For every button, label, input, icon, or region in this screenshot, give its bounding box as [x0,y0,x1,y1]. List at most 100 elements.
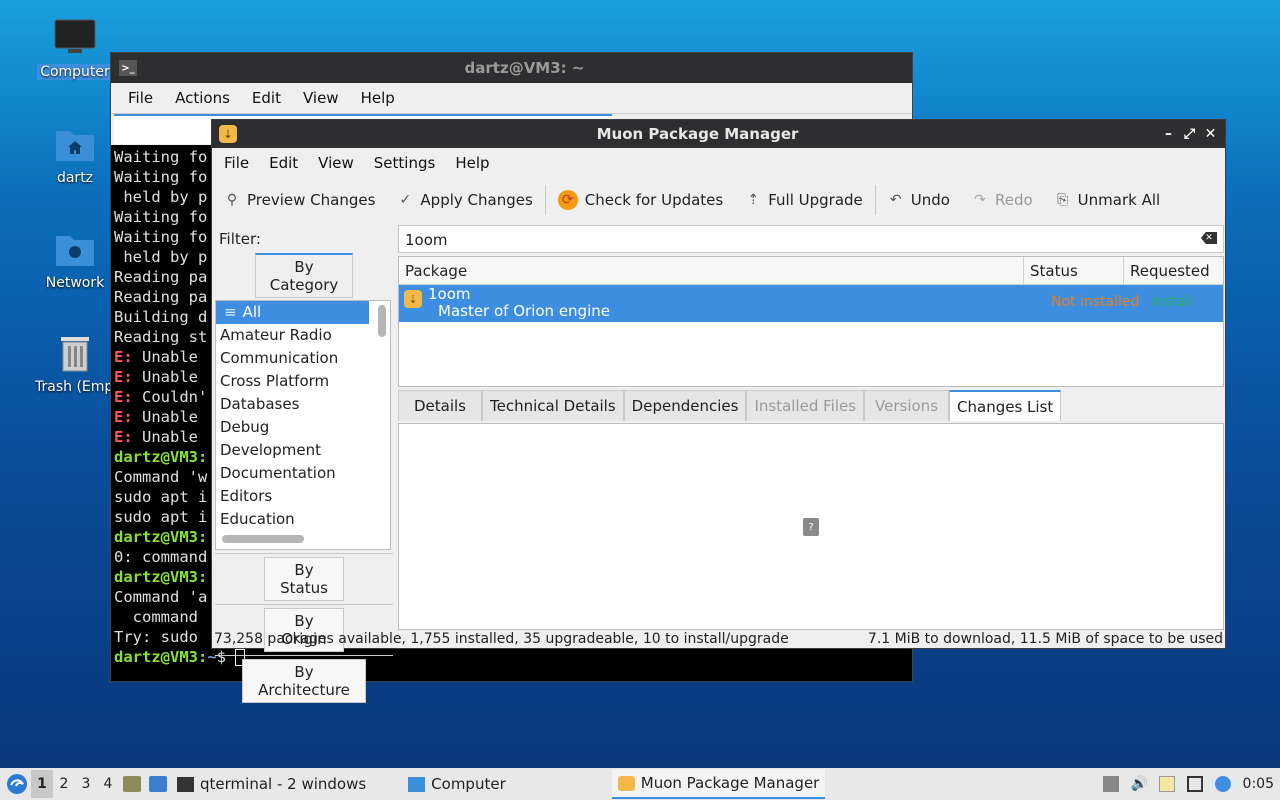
category-item[interactable]: Databases [216,393,369,416]
details-pane: ? [398,423,1224,630]
tab-details[interactable]: Details [398,390,483,421]
tab-by-category[interactable]: By Category [255,253,353,298]
computer-icon [53,18,97,58]
close-button[interactable]: ✕ [1200,126,1221,142]
category-item[interactable]: Communication [216,347,369,370]
table-row[interactable]: ⇣ 1oom Master of Orion engine Not instal… [399,285,1223,322]
apply-changes-button[interactable]: ✓ Apply Changes [397,191,533,209]
unmark-all-button[interactable]: ⎘ Unmark All [1055,191,1160,209]
terminal-title: dartz@VM3: ~ [464,59,585,77]
terminal-menubar: File Actions Edit View Help [111,83,912,113]
folder-icon [408,776,426,792]
magnifier-icon: ⚲ [226,192,238,208]
category-item[interactable]: Education [216,508,369,531]
muon-menu-edit[interactable]: Edit [259,154,308,172]
prompt-prefix: dartz@VM3: [114,528,208,546]
clock[interactable]: 0:05 [1243,776,1274,792]
muon-titlebar[interactable]: ⇣ Muon Package Manager – ⤢ ✕ [212,120,1225,148]
redo-button[interactable]: ↷ Redo [972,191,1033,209]
tab-changes-list[interactable]: Changes List [949,390,1062,421]
vertical-scrollbar[interactable] [378,305,386,337]
error-prefix: E: [114,408,133,426]
terminal-menu-edit[interactable]: Edit [241,89,292,107]
category-label: All [242,303,262,321]
toolbar-separator [544,185,546,215]
desktop-icon-network[interactable]: Network [35,229,115,291]
package-description: Master of Orion engine [438,302,610,320]
package-search-input[interactable]: 1oom ✕ [398,225,1224,253]
category-item[interactable]: Editors [216,485,369,508]
status-right: 7.1 MiB to download, 11.5 MiB of space t… [867,631,1223,647]
task-qterminal[interactable]: qterminal - 2 windows [171,769,372,799]
muon-app-icon: ⇣ [219,125,237,143]
muon-menu-settings[interactable]: Settings [364,154,446,172]
terminal-menu-view[interactable]: View [292,89,350,107]
workspace-4[interactable]: 4 [97,770,119,798]
category-item[interactable]: Documentation [216,462,369,485]
category-item[interactable]: Debug [216,416,369,439]
notification-icon[interactable] [1214,776,1231,792]
column-package[interactable]: Package [399,257,1024,284]
category-item-all[interactable]: ≡ All [216,301,369,324]
undo-label: Undo [910,191,950,209]
preview-changes-button[interactable]: ⚲ Preview Changes [224,191,376,209]
muon-window[interactable]: ⇣ Muon Package Manager – ⤢ ✕ File Edit V… [211,119,1226,703]
tab-technical-details[interactable]: Technical Details [482,390,624,421]
tab-by-status[interactable]: By Status [264,557,344,601]
tab-divider [215,604,393,605]
minimize-button[interactable]: – [1158,126,1179,142]
tab-by-architecture[interactable]: By Architecture [242,659,366,703]
full-upgrade-button[interactable]: ⇡ Full Upgrade [745,191,862,209]
category-item[interactable]: Development [216,439,369,462]
task-computer[interactable]: Computer [402,769,512,799]
desktop-icon-label: Computer [37,64,113,80]
workspace-3[interactable]: 3 [75,770,97,798]
package-requested: Install [1151,294,1194,310]
terminal-menu-actions[interactable]: Actions [164,89,241,107]
task-label: Computer [431,775,506,793]
start-menu-button[interactable] [3,770,31,798]
home-folder-icon [53,124,97,164]
undo-button[interactable]: ↶ Undo [888,191,950,209]
category-item[interactable]: Cross Platform [216,370,369,393]
column-requested[interactable]: Requested [1124,257,1223,284]
terminal-titlebar[interactable]: >_ dartz@VM3: ~ [111,53,912,83]
checkmark-icon: ✓ [399,192,412,208]
volume-icon[interactable]: 🔊 [1131,776,1148,792]
muon-menu-help[interactable]: Help [445,154,499,172]
terminal-menu-help[interactable]: Help [350,89,406,107]
workspace-1[interactable]: 1 [31,770,53,798]
tab-installed-files[interactable]: Installed Files [746,390,865,421]
package-table[interactable]: Package Status Requested ⇣ 1oom Master o… [398,256,1224,387]
tab-versions[interactable]: Versions [864,390,950,421]
category-list[interactable]: ≡ All Amateur Radio Communication Cross P… [215,300,391,550]
muon-menu-view[interactable]: View [308,154,364,172]
clear-search-icon[interactable]: ✕ [1201,232,1217,244]
file-manager-quicklaunch-icon[interactable] [123,776,141,792]
status-bar: 73,258 packages available, 1,755 install… [212,631,1225,649]
column-status[interactable]: Status [1024,257,1124,284]
unknown-file-icon: ? [803,518,819,536]
task-muon[interactable]: Muon Package Manager [611,769,826,799]
desktop-icon-computer[interactable]: Computer [35,18,115,80]
prompt-prefix: dartz@VM3: [114,448,208,466]
clipboard-icon[interactable] [1158,776,1175,792]
muon-menu-file[interactable]: File [214,154,259,172]
package-name: 1oom [428,285,471,303]
muon-toolbar: ⚲ Preview Changes ✓ Apply Changes ⟳ Check f… [212,178,1225,222]
check-updates-button[interactable]: ⟳ Check for Updates [557,190,723,210]
undo-icon: ↶ [889,192,902,208]
category-item[interactable]: Amateur Radio [216,324,369,347]
tab-dependencies[interactable]: Dependencies [623,390,747,421]
updates-tray-icon[interactable] [1102,776,1119,792]
network-icon[interactable] [1186,776,1203,792]
horizontal-scrollbar[interactable] [222,535,304,543]
workspace-2[interactable]: 2 [53,770,75,798]
desktop-icon-home[interactable]: dartz [35,124,115,186]
desktop-quicklaunch-icon[interactable] [149,776,167,792]
preview-changes-label: Preview Changes [247,191,376,209]
desktop-icon-trash[interactable]: Trash (Empty) [35,333,133,395]
maximize-button[interactable]: ⤢ [1179,126,1200,142]
terminal-menu-file[interactable]: File [117,89,164,107]
unmark-icon: ⎘ [1057,192,1069,208]
